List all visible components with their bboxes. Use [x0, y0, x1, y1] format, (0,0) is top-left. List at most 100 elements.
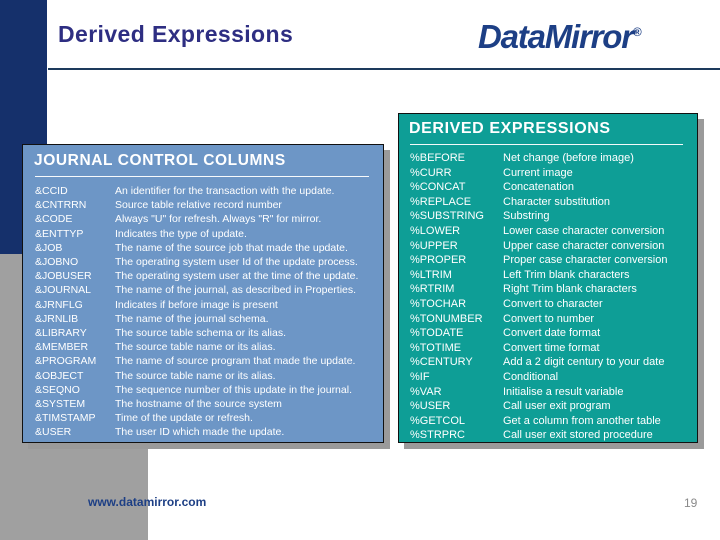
row-description: Time of the update or refresh. [115, 412, 253, 425]
row-description: The hostname of the source system [115, 398, 282, 411]
row-key: &CNTRRN [35, 199, 87, 212]
row-key: &ENTTYP [35, 227, 84, 240]
table-row: &JOBNO The operating system user Id of th… [35, 255, 383, 269]
row-description: The source table name or its alias. [115, 341, 276, 354]
row-key: %VAR [410, 385, 442, 398]
table-row: &OBJECT The source table name or its alia… [35, 369, 383, 383]
table-row: &SEQNO The sequence number of this update… [35, 383, 383, 397]
row-key: &SEQNO [35, 383, 80, 396]
row-description: The name of the source job that made the… [115, 241, 348, 254]
row-key: %IF [410, 370, 430, 383]
row-key: %USER [410, 400, 451, 413]
row-description: Get a column from another table [503, 414, 661, 427]
row-description: The name of the journal schema. [115, 312, 269, 325]
logo-wordmark: DataMirror [478, 18, 634, 55]
row-key: %CENTURY [410, 356, 473, 369]
row-description: Call user exit stored procedure [503, 429, 653, 442]
row-description: Indicates the type of update. [115, 227, 247, 240]
row-description: Upper case character conversion [503, 239, 665, 252]
row-description: Add a 2 digit century to your date [503, 356, 665, 369]
row-key: %CONCAT [410, 181, 466, 194]
row-description: The operating system user Id of the upda… [115, 256, 358, 269]
row-key: &JOBUSER [35, 270, 92, 283]
bottom-left-gray-block [0, 443, 148, 540]
table-row: &TIMSTAMP Time of the update or refresh. [35, 411, 383, 425]
row-key: &LIBRARY [35, 327, 87, 340]
row-description: Left Trim blank characters [503, 268, 630, 281]
table-row: &CCID An identifier for the transaction w… [35, 184, 383, 198]
row-description: Source table relative record number [115, 199, 282, 212]
journal-row-list: &CCID An identifier for the transaction w… [35, 184, 383, 440]
footer-website-url[interactable]: www.datamirror.com [88, 495, 206, 509]
row-description: Convert date format [503, 327, 601, 340]
table-row: %REPLACE Character substitution [410, 195, 697, 210]
row-key: %TODATE [410, 327, 464, 340]
table-row: %LTRIM Left Trim blank characters [410, 268, 697, 283]
table-row: &JRNFLG Indicates if before image is pres… [35, 298, 383, 312]
row-key: &PROGRAM [35, 355, 97, 368]
row-key: &OBJECT [35, 369, 84, 382]
row-description: Convert to number [503, 312, 595, 325]
table-row: &CNTRRN Source table relative record numb… [35, 198, 383, 212]
row-key: &CODE [35, 213, 73, 226]
journal-control-columns-panel: JOURNAL CONTROL COLUMNS &CCID An identifi… [22, 144, 384, 443]
page-title: Derived Expressions [58, 21, 294, 47]
row-description: Substring [503, 210, 550, 223]
table-row: %TODATE Convert date format [410, 326, 697, 341]
table-row: %IF Conditional [410, 370, 697, 385]
table-row: %PROPER Proper case character conversion [410, 253, 697, 268]
table-row: &JRNLIB The name of the journal schema. [35, 312, 383, 326]
row-description: Call user exit program [503, 400, 611, 413]
row-key: %SUBSTRING [410, 210, 484, 223]
row-key: &JOB [35, 241, 63, 254]
row-description: Conditional [503, 370, 559, 383]
row-key: %RTRIM [410, 283, 455, 296]
row-key: &CCID [35, 185, 68, 197]
row-description: An identifier for the transaction with t… [115, 185, 335, 197]
row-description: The sequence number of this update in th… [115, 383, 352, 396]
row-description: Always "U" for refresh. Always "R" for m… [115, 213, 322, 226]
table-row: %BEFORE Net change (before image) [410, 151, 697, 166]
slide-canvas: Derived Expressions DataMirror® JOURNAL … [0, 0, 720, 540]
row-key: &JOURNAL [35, 284, 92, 297]
row-description: Initialise a result variable [503, 385, 624, 398]
row-key: %LTRIM [410, 268, 452, 281]
row-description: Net change (before image) [503, 152, 634, 164]
row-key: &SYSTEM [35, 398, 86, 411]
row-key: &JRNLIB [35, 312, 79, 325]
derived-expressions-panel: DERIVED EXPRESSIONS %BEFORE Net change (b… [398, 113, 698, 443]
row-key: &TIMSTAMP [35, 412, 96, 425]
table-row: &LIBRARY The source table schema or its a… [35, 326, 383, 340]
row-description: Convert time format [503, 341, 600, 354]
row-key: %BEFORE [410, 152, 466, 164]
table-row: &ENTTYP Indicates the type of update. [35, 227, 383, 241]
table-row: %USER Call user exit program [410, 399, 697, 414]
journal-panel-title: JOURNAL CONTROL COLUMNS [34, 152, 286, 169]
table-row: &USER The user ID which made the update. [35, 425, 383, 439]
table-row: &CODE Always "U" for refresh. Always "R" … [35, 212, 383, 226]
table-row: %VAR Initialise a result variable [410, 385, 697, 400]
derived-panel-divider [410, 144, 683, 145]
footer-page-number: 19 [684, 496, 698, 510]
row-description: The user ID which made the update. [115, 426, 285, 439]
row-key: %LOWER [410, 224, 461, 237]
table-row: &JOBUSER The operating system user at the… [35, 269, 383, 283]
row-key: &JOBNO [35, 256, 79, 269]
row-key: %STRPRC [410, 429, 466, 442]
derived-row-list: %BEFORE Net change (before image) %CURR Cur… [410, 151, 697, 443]
table-row: &JOB The name of the source job that made… [35, 241, 383, 255]
row-key: &USER [35, 426, 72, 439]
row-description: Convert to character [503, 297, 603, 310]
row-description: The source table name or its alias. [115, 369, 276, 382]
datamirror-logo: DataMirror® [478, 18, 642, 56]
row-key: %TOTIME [410, 341, 462, 354]
header-divider [48, 68, 720, 70]
row-key: %PROPER [410, 254, 467, 267]
table-row: %LOWER Lower case character conversion [410, 224, 697, 239]
table-row: %TOTIME Convert time format [410, 341, 697, 356]
row-description: The operating system user at the time of… [115, 270, 359, 283]
derived-panel-title: DERIVED EXPRESSIONS [409, 120, 611, 137]
row-key: &JRNFLG [35, 298, 83, 311]
row-description: The source table schema or its alias. [115, 327, 286, 340]
row-key: %CURR [410, 166, 452, 179]
